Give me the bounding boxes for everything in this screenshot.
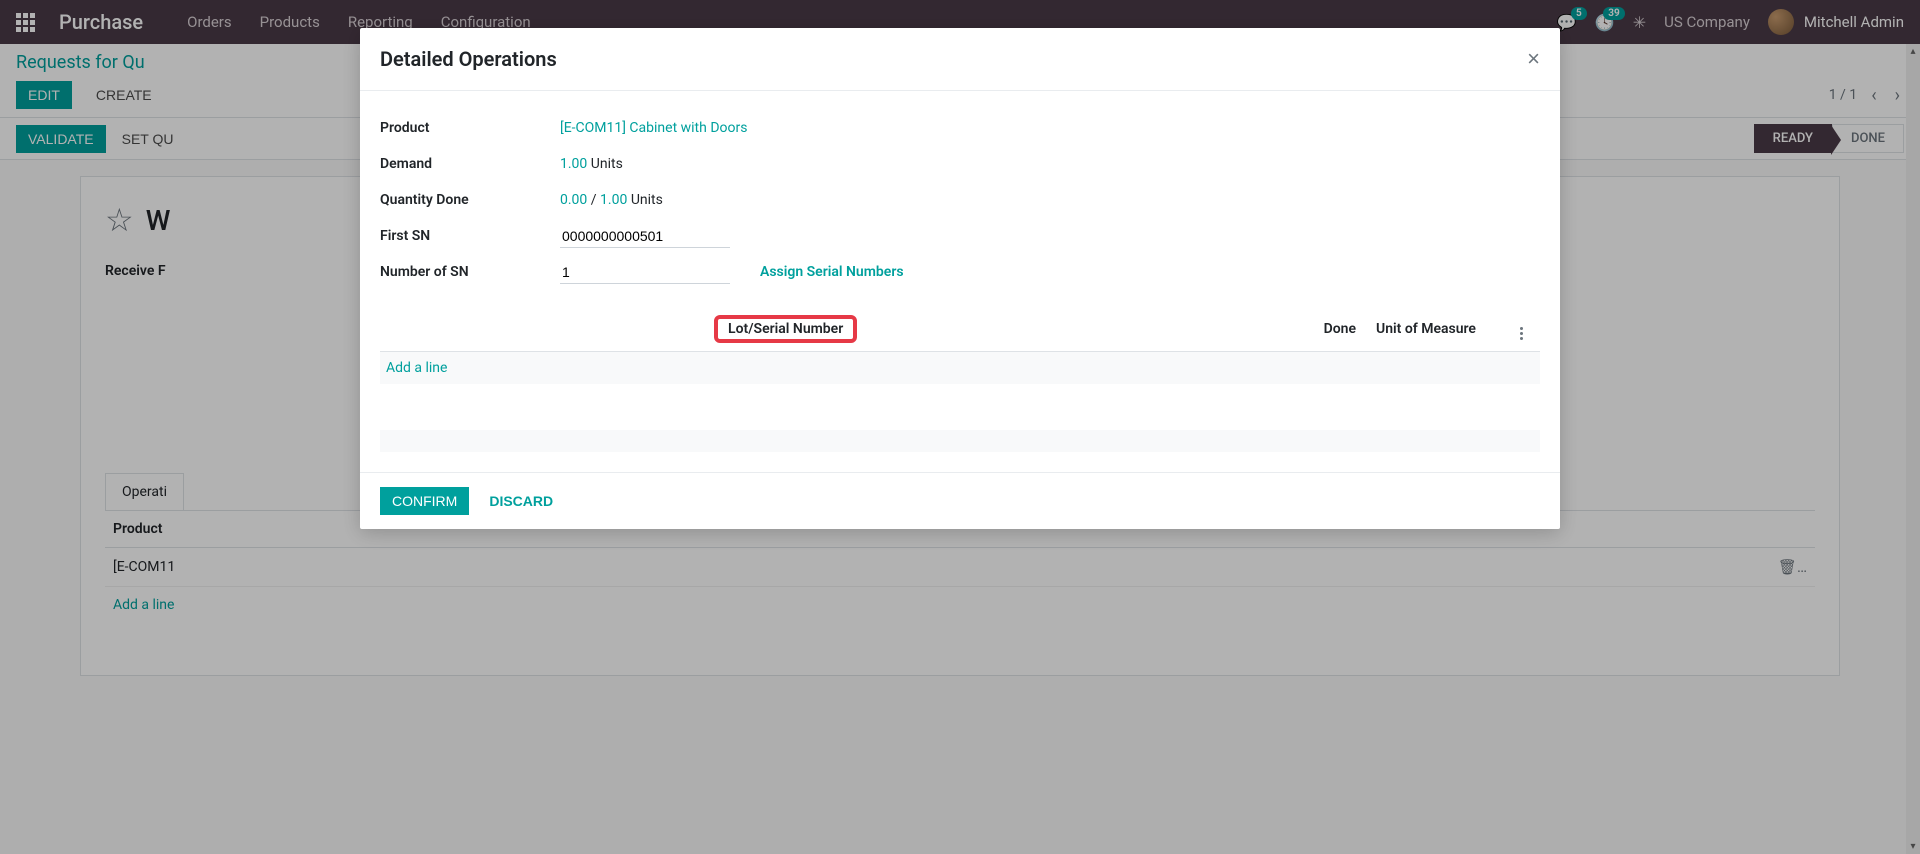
assign-serial-link[interactable]: Assign Serial Numbers <box>760 264 904 280</box>
table-footer-bar <box>380 430 1540 452</box>
product-label: Product <box>380 120 560 136</box>
modal-add-line-link[interactable]: Add a line <box>380 352 1540 384</box>
done-unit: Units <box>631 192 663 208</box>
qty-done-label: Quantity Done <box>380 192 560 208</box>
modal-title: Detailed Operations <box>380 47 557 71</box>
done-sep: / <box>591 192 597 208</box>
confirm-button[interactable]: CONFIRM <box>380 487 469 515</box>
demand-qty: 1.00 <box>560 156 587 172</box>
discard-button[interactable]: DISCARD <box>477 487 565 515</box>
num-sn-input[interactable] <box>560 261 730 284</box>
product-value[interactable]: [E-COM11] Cabinet with Doors <box>560 120 747 136</box>
first-sn-label: First SN <box>380 228 560 244</box>
demand-unit: Units <box>591 156 623 172</box>
detailed-operations-modal: Detailed Operations × Product [E-COM11] … <box>360 28 1560 529</box>
done-header: Done <box>1276 321 1356 337</box>
done-total: 1.00 <box>600 192 627 208</box>
first-sn-input[interactable] <box>560 225 730 248</box>
done-qty: 0.00 <box>560 192 587 208</box>
uom-header: Unit of Measure <box>1356 321 1506 337</box>
demand-label: Demand <box>380 156 560 172</box>
lot-serial-header: Lot/Serial Number <box>714 315 857 343</box>
close-icon[interactable]: × <box>1527 46 1540 72</box>
table-options-icon[interactable] <box>1506 318 1536 340</box>
num-sn-label: Number of SN <box>380 264 560 280</box>
